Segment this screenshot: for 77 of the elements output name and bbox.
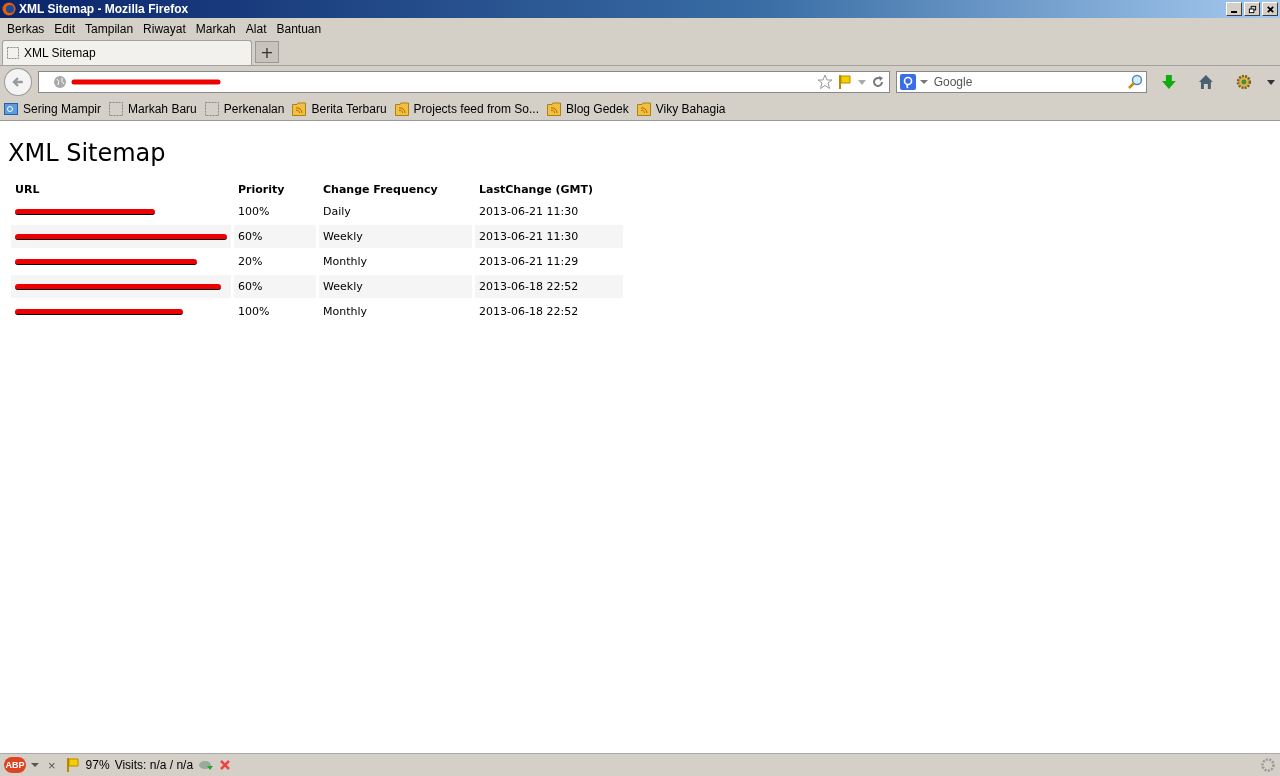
redacted-link[interactable] <box>15 259 197 265</box>
table-cell-text: 2013-06-18 22:52 <box>478 304 580 320</box>
table-cell: Weekly <box>319 225 472 248</box>
score-text: 97% <box>85 758 110 772</box>
table-cell-text: Monthly <box>322 254 369 270</box>
column-header: LastChange (GMT) <box>478 182 595 198</box>
dropdown-icon[interactable] <box>1266 77 1276 87</box>
menu-item[interactable]: Riwayat <box>138 21 191 36</box>
menu-item[interactable]: Markah <box>190 21 241 36</box>
table-cell-text: 20% <box>237 254 264 270</box>
close-button[interactable]: × <box>44 757 60 773</box>
redacted-link[interactable] <box>15 234 227 240</box>
new-tab-button[interactable]: + <box>255 41 279 63</box>
table-cell: 2013-06-21 11:30 <box>475 225 623 248</box>
browser-tab[interactable]: XML Sitemap <box>2 40 252 65</box>
minimize-button[interactable] <box>1226 2 1242 16</box>
menu-item[interactable]: Alat <box>240 21 272 36</box>
folder-icon <box>4 102 18 116</box>
table-cell-text: 2013-06-21 11:30 <box>478 204 580 220</box>
menu-item[interactable]: Edit <box>49 21 81 36</box>
redacted-link[interactable] <box>15 209 155 215</box>
gear-icon[interactable] <box>1236 74 1252 90</box>
redacted-link[interactable] <box>15 309 183 315</box>
search-engine-icon[interactable] <box>899 74 916 90</box>
flag-icon[interactable] <box>836 74 853 90</box>
column-header: URL <box>14 182 41 198</box>
restore-icon <box>1247 4 1257 14</box>
menu-item[interactable]: Bantuan <box>271 21 327 36</box>
bookmark-item[interactable]: Markah Baru <box>109 102 197 116</box>
table-cell: Weekly <box>319 275 472 298</box>
table-cell-text: 2013-06-21 11:29 <box>478 254 580 270</box>
back-button[interactable] <box>4 68 32 96</box>
search-box[interactable]: Google <box>895 71 1147 93</box>
globe-icon <box>52 75 67 89</box>
menu-item[interactable]: Berkas <box>2 21 50 36</box>
bookmark-item[interactable]: Projects feed from So... <box>394 102 539 116</box>
feed-icon <box>394 102 409 116</box>
flag-icon <box>64 757 81 773</box>
bookmark-item[interactable]: Perkenalan <box>204 102 285 116</box>
page-icon <box>204 102 219 116</box>
dropdown-icon[interactable] <box>919 78 928 86</box>
bookmark-item[interactable]: Berita Terbaru <box>292 102 387 116</box>
table-cell-text: Daily <box>322 204 352 220</box>
table-cell-text: Monthly <box>322 304 369 320</box>
close-icon <box>1265 4 1275 14</box>
home-icon[interactable] <box>1198 74 1215 90</box>
reload-icon[interactable] <box>870 75 885 89</box>
close-icon[interactable] <box>219 759 232 771</box>
bookmark-item[interactable]: Viky Bahagia <box>636 102 726 116</box>
minimize-icon <box>1231 10 1237 13</box>
column-header: Change Frequency <box>322 182 439 198</box>
browser-logo-icon <box>2 2 16 16</box>
column-header: Priority <box>237 182 286 198</box>
visits-text: Visits: n/a / n/a <box>114 758 194 772</box>
redacted-link[interactable] <box>15 284 221 290</box>
window-title: XML Sitemap - Mozilla Firefox <box>19 2 189 16</box>
address-field[interactable] <box>37 71 890 93</box>
search-icon[interactable] <box>1126 74 1143 90</box>
table-cell-text: 100% <box>237 204 271 220</box>
adblock-button[interactable]: ABP <box>4 757 26 773</box>
menu-item[interactable]: Tampilan <box>80 21 139 36</box>
feed-icon <box>636 102 651 116</box>
page-icon <box>7 47 19 59</box>
dropdown-icon[interactable] <box>31 761 39 769</box>
page-heading: XML Sitemap <box>8 139 167 167</box>
page-icon <box>109 102 124 116</box>
feed-icon <box>292 102 307 116</box>
feed-icon <box>547 102 561 116</box>
star-icon[interactable] <box>816 74 833 90</box>
bookmark-item[interactable]: Blog Gedek <box>547 102 629 116</box>
close-button[interactable] <box>1262 2 1278 16</box>
table-cell: 60% <box>234 275 316 298</box>
table-cell: 60% <box>234 225 316 248</box>
bookmark-item[interactable]: Sering Mampir <box>4 102 102 116</box>
table-cell-text: 100% <box>237 304 271 320</box>
restore-button[interactable] <box>1244 2 1260 16</box>
table-cell: 2013-06-18 22:52 <box>475 275 623 298</box>
